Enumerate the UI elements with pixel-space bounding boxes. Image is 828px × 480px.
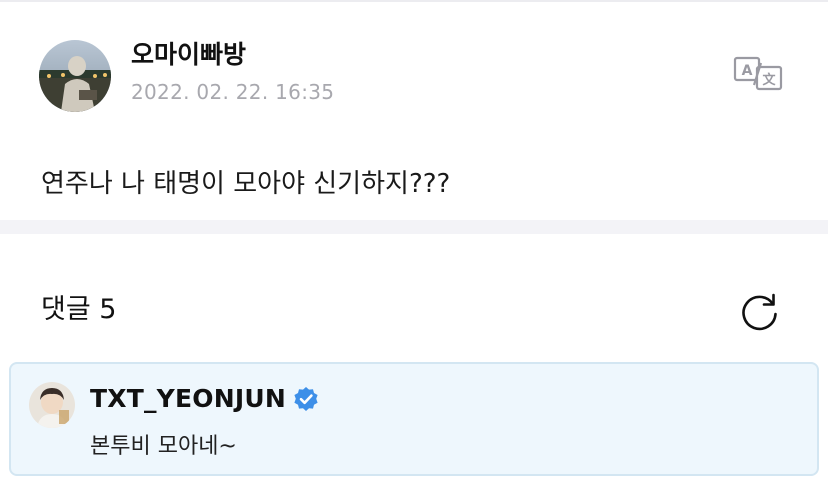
verified-icon: [293, 386, 319, 412]
commenter-name[interactable]: TXT_YEONJUN: [90, 384, 286, 414]
svg-text:文: 文: [762, 72, 776, 88]
svg-text:A: A: [742, 63, 753, 79]
comments-count-title: 댓글 5: [41, 294, 117, 325]
section-divider: [0, 220, 828, 234]
refresh-button[interactable]: [738, 290, 782, 334]
comment-item[interactable]: TXT_YEONJUN 본투비 모아네~: [9, 362, 819, 476]
commenter-avatar[interactable]: [29, 382, 75, 428]
author-avatar[interactable]: [39, 40, 111, 112]
translate-icon: A 文: [733, 56, 783, 91]
refresh-icon: [742, 293, 777, 331]
comments-header: 댓글 5: [0, 282, 828, 342]
post-body-text: 연주나 나 태명이 모아야 신기하지???: [41, 169, 451, 199]
comment-text: 본투비 모아네~: [90, 434, 237, 459]
post-timestamp: 2022. 02. 22. 16:35: [131, 80, 335, 104]
post-detail-screen: 오마이빠방 2022. 02. 22. 16:35 A 文 연주나 나 태명이 …: [0, 0, 828, 480]
author-name[interactable]: 오마이빠방: [131, 40, 246, 70]
translate-button[interactable]: A 文: [733, 55, 785, 91]
post-header: 오마이빠방 2022. 02. 22. 16:35 A 文: [0, 0, 828, 130]
